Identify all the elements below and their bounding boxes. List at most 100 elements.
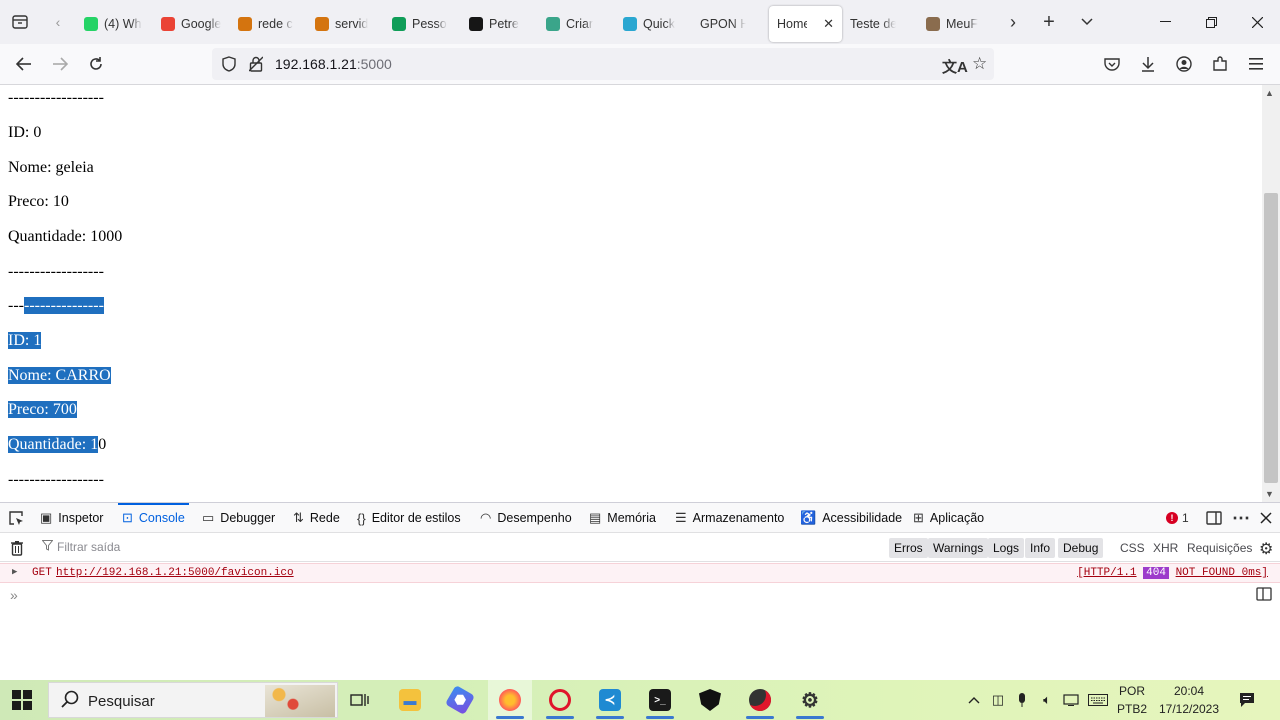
tab-style-editor[interactable]: {} Editor de estilos [357, 503, 461, 533]
keyboard-icon[interactable] [1086, 680, 1110, 720]
more-options-icon[interactable]: ⋯ [1232, 503, 1250, 533]
browser-tab[interactable]: Teste de P [842, 6, 918, 42]
new-tab-icon[interactable]: + [1031, 0, 1067, 44]
copilot-app-icon[interactable]: ⬢ [438, 680, 482, 720]
page-line: Nome: CARRO [8, 366, 111, 385]
console-settings-gear-icon[interactable]: ⚙ [1259, 539, 1273, 559]
network-icon[interactable] [1060, 680, 1082, 720]
menu-icon[interactable] [1240, 48, 1272, 80]
scroll-up-arrow-icon[interactable]: ▲ [1265, 88, 1274, 98]
tab-storage[interactable]: ☰ Armazenamento [675, 503, 784, 533]
editor-mode-icon[interactable] [1256, 587, 1272, 604]
dock-side-icon[interactable] [1206, 503, 1222, 533]
browser-tab[interactable]: servid [307, 6, 384, 42]
tab-memory[interactable]: ▤ Memória [589, 503, 656, 533]
filter-logs-toggle[interactable]: Logs [988, 538, 1025, 558]
forward-icon[interactable] [44, 48, 76, 80]
url-bar[interactable]: 192.168.1.21:5000 文A ☆ [212, 48, 994, 80]
browser-tab[interactable]: Criar [538, 6, 615, 42]
show-hidden-icons-chevron[interactable] [964, 680, 984, 720]
filter-info-toggle[interactable]: Info [1025, 538, 1056, 558]
expand-arrow-icon[interactable]: ▶ [12, 567, 17, 577]
list-all-tabs-icon[interactable] [1067, 0, 1107, 44]
microphone-icon[interactable] [1012, 680, 1032, 720]
task-view-icon[interactable] [338, 680, 382, 720]
filter-debug-toggle[interactable]: Debug [1058, 538, 1104, 558]
pocket-icon[interactable] [1096, 48, 1128, 80]
firefox-taskbar-icon[interactable] [488, 680, 532, 720]
browser-tab[interactable]: Google [153, 6, 230, 42]
opera-taskbar-icon[interactable] [538, 680, 582, 720]
scroll-down-arrow-icon[interactable]: ▼ [1265, 489, 1274, 499]
tab-debugger[interactable]: ▭ Debugger [202, 503, 275, 533]
tracking-protection-shield-icon[interactable] [222, 56, 236, 75]
notifications-icon[interactable] [1236, 680, 1258, 720]
error-count-badge[interactable]: ! 1 [1166, 503, 1189, 533]
filter-css-toggle[interactable]: CSS [1120, 538, 1145, 558]
filter-output-field[interactable] [41, 540, 257, 554]
terminal-taskbar-icon[interactable]: >_ [638, 680, 682, 720]
tab-label: GPON Ho [700, 17, 746, 31]
insecure-lock-icon[interactable] [248, 56, 264, 75]
clock[interactable]: 20:04 17/12/2023 [1154, 682, 1224, 718]
browser-tab[interactable]: Petre [461, 6, 538, 42]
filter-errors-toggle[interactable]: Erros [889, 538, 928, 558]
browser-tab[interactable]: Quick [615, 6, 692, 42]
filter-xhr-toggle[interactable]: XHR [1153, 538, 1178, 558]
console-log-entry[interactable]: ▶ GET http://192.168.1.21:5000/favicon.i… [0, 563, 1280, 583]
filter-requests-toggle[interactable]: Requisições [1187, 538, 1252, 558]
tab-application[interactable]: ⊞ Aplicação [913, 503, 984, 533]
file-explorer-icon[interactable]: ▬ [388, 680, 432, 720]
account-icon[interactable] [1168, 48, 1200, 80]
vscode-taskbar-icon[interactable]: ≺ [588, 680, 632, 720]
tab-label: Editor de estilos [371, 511, 461, 525]
minimize-icon[interactable] [1142, 0, 1188, 44]
translate-icon[interactable]: 文A [942, 56, 968, 77]
back-icon[interactable] [8, 48, 40, 80]
windows-start-icon[interactable] [12, 690, 32, 710]
tab-list-icon[interactable] [0, 0, 40, 44]
tab-label: Debugger [220, 511, 276, 525]
browser-tab[interactable]: Pesso [384, 6, 461, 42]
close-devtools-icon[interactable] [1260, 503, 1272, 533]
tab-console[interactable]: ⊡ Console [118, 503, 189, 533]
browser-tab[interactable]: (4) Wh [76, 6, 153, 42]
close-tab-icon[interactable]: ✕ [823, 16, 834, 32]
close-window-icon[interactable] [1234, 0, 1280, 44]
volume-icon[interactable]: 🔈︎ [1036, 680, 1058, 720]
scroll-tabs-right-icon[interactable]: › [995, 0, 1031, 44]
tab-label: Criar [566, 17, 594, 31]
reload-icon[interactable] [80, 48, 112, 80]
bookmark-star-icon[interactable]: ☆ [972, 54, 987, 74]
element-picker-icon[interactable] [8, 503, 24, 533]
tab-active[interactable]: Home ✕ [769, 6, 842, 42]
inspector-icon: ▣ [40, 510, 53, 525]
page-scrollbar-thumb[interactable] [1264, 193, 1278, 483]
console-input-row[interactable]: » [0, 585, 1280, 607]
security-shield-taskbar-icon[interactable] [688, 680, 732, 720]
app-taskbar-icon[interactable] [738, 680, 782, 720]
tab-performance[interactable]: ◠ Desempenho [480, 503, 572, 533]
browser-tab[interactable]: GPON Ho [692, 6, 769, 42]
response-status[interactable]: [HTTP/1.1 404 NOT FOUND 0ms] [1077, 567, 1268, 579]
tab-accessibility[interactable]: ♿ Acessibilidade [800, 503, 902, 533]
meet-now-icon[interactable]: ◫ [988, 680, 1008, 720]
restore-icon[interactable] [1188, 0, 1234, 44]
browser-tab[interactable]: rede c [230, 6, 307, 42]
filter-output-input[interactable] [57, 540, 257, 554]
scroll-tabs-left-icon[interactable]: ‹ [40, 0, 76, 44]
request-url-link[interactable]: http://192.168.1.21:5000/favicon.ico [56, 567, 294, 579]
tab-label: Petre [489, 17, 519, 31]
settings-taskbar-icon[interactable]: ⚙ [788, 680, 832, 720]
input-language-indicator[interactable]: POR PTB2 [1114, 682, 1150, 718]
taskbar-search-box[interactable]: Pesquisar [48, 682, 338, 718]
url-text[interactable]: 192.168.1.21:5000 [275, 56, 392, 72]
clear-console-trash-icon[interactable] [10, 540, 24, 561]
tab-inspector[interactable]: ▣ Inspetor [40, 503, 103, 533]
filter-warnings-toggle[interactable]: Warnings [928, 538, 989, 558]
tab-network[interactable]: ⇅ Rede [293, 503, 340, 533]
tab-label: Console [138, 511, 185, 525]
extensions-icon[interactable] [1204, 48, 1236, 80]
browser-tab[interactable]: MeuF [918, 6, 995, 42]
downloads-icon[interactable] [1132, 48, 1164, 80]
